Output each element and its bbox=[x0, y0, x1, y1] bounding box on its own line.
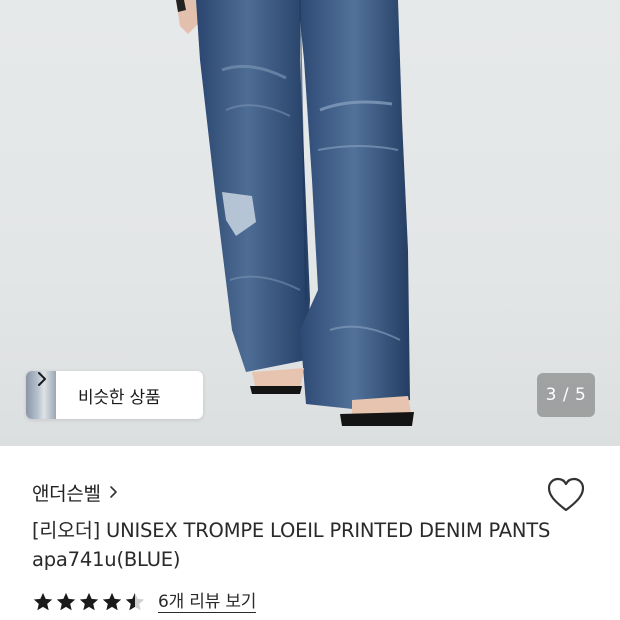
similar-products-label: 비슷한 상품 bbox=[78, 387, 161, 408]
product-page: 비슷한 상품 3 / 5 앤더슨벨 [리오더] UNISEX TROMPE LO… bbox=[0, 0, 620, 620]
star-icon bbox=[102, 592, 122, 611]
image-page-counter: 3 / 5 bbox=[537, 373, 595, 417]
star-rating bbox=[32, 591, 146, 613]
half-star-icon bbox=[125, 592, 145, 611]
chevron-right-icon bbox=[38, 372, 46, 386]
product-image-carousel[interactable]: 비슷한 상품 3 / 5 bbox=[0, 0, 620, 446]
heart-outline-icon[interactable] bbox=[546, 476, 586, 514]
product-title: [리오더] UNISEX TROMPE LOEIL PRINTED DENIM … bbox=[32, 519, 551, 571]
chevron-right-icon bbox=[109, 486, 117, 498]
star-icon bbox=[33, 592, 53, 611]
view-reviews-link[interactable]: 6개 리뷰 보기 bbox=[158, 592, 256, 613]
brand-name: 앤더슨벨 bbox=[32, 482, 101, 505]
rating-row: 6개 리뷰 보기 bbox=[32, 589, 256, 615]
star-icon bbox=[56, 592, 76, 611]
star-icon bbox=[79, 592, 99, 611]
brand-link[interactable]: 앤더슨벨 bbox=[32, 478, 121, 506]
similar-products-button[interactable]: 비슷한 상품 bbox=[26, 371, 203, 419]
